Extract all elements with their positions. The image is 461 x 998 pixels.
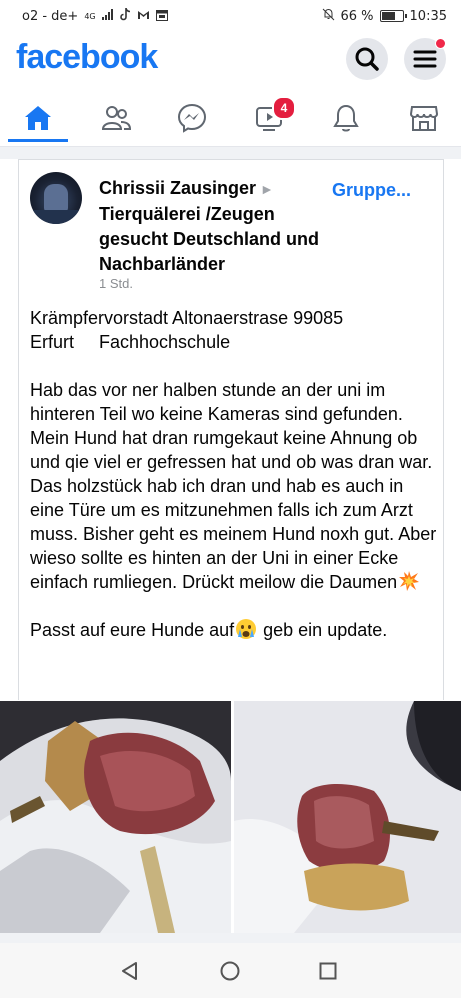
home-icon — [25, 106, 51, 130]
tab-home[interactable] — [18, 98, 58, 138]
address-line-2: Erfurt Fachhochschule — [30, 332, 231, 352]
post-header-text: Chrissii Zausinger ► Tierquälerei /Zeugen… — [99, 176, 329, 277]
signal-icon — [101, 9, 114, 23]
search-icon — [355, 47, 379, 71]
status-right: 66 % 10:35 — [322, 8, 447, 24]
post-text: Krämpfervorstadt Altonaerstrase 99085 Er… — [30, 306, 440, 666]
carrier-label: o2 - de+ — [22, 8, 79, 24]
back-triangle-icon — [122, 962, 137, 980]
tab-notifications[interactable] — [326, 98, 366, 138]
group-name[interactable]: Tierquälerei /Zeugen gesucht Deutschland… — [99, 204, 319, 274]
battery-icon — [379, 10, 407, 22]
group-link[interactable]: Gruppe... — [332, 180, 411, 201]
tiktok-icon — [119, 7, 131, 24]
feed-gap — [0, 147, 461, 159]
home-button[interactable] — [215, 956, 245, 986]
post-paragraph-3-start: Passt auf eure Hunde auf — [30, 620, 235, 640]
post-paragraph-3-end: geb ein update. — [258, 620, 388, 640]
author-name[interactable]: Chrissii Zausinger — [99, 178, 256, 198]
post-photos — [0, 701, 461, 933]
network-label: 4G — [84, 11, 96, 21]
friends-icon — [101, 106, 132, 130]
post-card: Chrissii Zausinger ► Tierquälerei /Zeugen… — [18, 159, 444, 700]
messenger-icon — [177, 103, 207, 133]
status-left: o2 - de+ 4G — [22, 7, 168, 24]
mute-icon — [322, 8, 335, 24]
post-paragraph-2: Hab das vor ner halben stunde an der uni… — [30, 380, 437, 592]
tab-marketplace[interactable] — [404, 98, 444, 138]
photo-meat-wood-1[interactable] — [0, 701, 231, 933]
facebook-logo[interactable]: facebook — [16, 38, 158, 77]
gmail-icon — [137, 9, 150, 23]
nav-tabs: 4 — [0, 92, 461, 142]
crying-face-emoji — [236, 619, 257, 639]
android-navigation-bar — [0, 943, 461, 998]
tab-watch[interactable]: 4 — [250, 96, 296, 138]
feed-gap-bottom — [0, 933, 461, 943]
post-timestamp[interactable]: 1 Std. — [99, 276, 133, 291]
recents-square-icon — [319, 962, 337, 980]
battery-percent: 66 % — [340, 8, 374, 24]
photo-meat-wood-2[interactable] — [234, 701, 461, 933]
home-circle-icon — [220, 961, 240, 981]
tab-messenger[interactable] — [172, 98, 212, 138]
author-avatar[interactable] — [30, 172, 82, 224]
watch-badge: 4 — [272, 96, 296, 120]
search-button[interactable] — [346, 38, 388, 80]
active-tab-indicator — [8, 139, 68, 142]
collision-emoji — [399, 571, 420, 591]
marketplace-icon — [409, 106, 439, 131]
menu-notification-dot — [435, 38, 446, 49]
clock: 10:35 — [409, 8, 447, 24]
address-line-1: Krämpfervorstadt Altonaerstrase 99085 — [30, 308, 344, 328]
recents-button[interactable] — [313, 956, 343, 986]
bell-icon — [333, 104, 359, 132]
status-bar: o2 - de+ 4G 66 % 10:35 — [0, 0, 461, 32]
back-button[interactable] — [115, 956, 145, 986]
tab-friends[interactable] — [96, 98, 136, 138]
menu-button[interactable] — [404, 38, 446, 80]
arrow-right-icon: ► — [260, 181, 274, 197]
calendar-icon — [155, 9, 168, 24]
app-header: facebook — [0, 32, 461, 88]
